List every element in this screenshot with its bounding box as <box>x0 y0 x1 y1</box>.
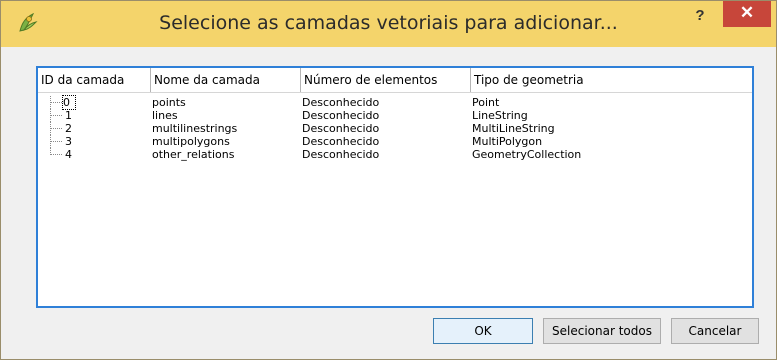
title-bar[interactable]: Selecione as camadas vetoriais para adic… <box>1 1 776 47</box>
dialog-title: Selecione as camadas vetoriais para adic… <box>159 12 618 34</box>
element-count-cell: Desconhecido <box>302 135 380 148</box>
geometry-type-cell: GeometryCollection <box>472 148 582 161</box>
tree-branch-line <box>50 154 62 156</box>
close-button[interactable]: ✕ <box>723 1 771 27</box>
tree-branch-line <box>50 128 62 130</box>
tree-header: ID da camada Nome da camada Número de el… <box>38 68 752 93</box>
geometry-type-cell: LineString <box>472 109 528 122</box>
select-all-button[interactable]: Selecionar todos <box>543 318 661 344</box>
element-count-cell: Desconhecido <box>302 96 380 109</box>
tree-branch-line <box>50 102 62 104</box>
table-row[interactable]: 2 multilinestrings Desconhecido MultiLin… <box>38 122 752 135</box>
cancel-button[interactable]: Cancelar <box>671 318 759 344</box>
table-row[interactable]: 1 lines Desconhecido LineString <box>38 109 752 122</box>
geometry-type-cell: MultiPolygon <box>472 135 543 148</box>
header-geometry-type[interactable]: Tipo de geometria <box>471 68 752 92</box>
geometry-type-cell: MultiLineString <box>472 122 555 135</box>
layer-name-cell: multipolygons <box>152 135 230 148</box>
tree-rows: 0 points Desconhecido Point 1 lines Desc… <box>38 95 752 161</box>
tree-branch-line <box>50 141 62 143</box>
table-row[interactable]: 0 points Desconhecido Point <box>38 95 752 110</box>
ok-button[interactable]: OK <box>433 318 533 344</box>
header-layer-id[interactable]: ID da camada <box>38 68 151 92</box>
element-count-cell: Desconhecido <box>302 109 380 122</box>
layer-name-cell: multilinestrings <box>152 122 238 135</box>
table-row[interactable]: 4 other_relations Desconhecido GeometryC… <box>38 148 752 161</box>
layer-id-cell: 1 <box>65 109 72 122</box>
layer-id-cell: 3 <box>65 135 72 148</box>
layer-name-cell: other_relations <box>152 148 235 161</box>
element-count-cell: Desconhecido <box>302 148 380 161</box>
layer-id-cell: 2 <box>65 122 72 135</box>
element-count-cell: Desconhecido <box>302 122 380 135</box>
layer-id-cell: 0 <box>62 95 76 110</box>
dialog-client-area: ID da camada Nome da camada Número de el… <box>9 47 768 353</box>
header-element-count[interactable]: Número de elementos <box>301 68 471 92</box>
layers-tree-view[interactable]: ID da camada Nome da camada Número de el… <box>36 66 754 308</box>
header-layer-name[interactable]: Nome da camada <box>151 68 301 92</box>
help-button[interactable]: ? <box>685 5 715 27</box>
layer-name-cell: points <box>152 96 186 109</box>
table-row[interactable]: 3 multipolygons Desconhecido MultiPolygo… <box>38 135 752 148</box>
layer-id-cell: 4 <box>65 148 72 161</box>
geometry-type-cell: Point <box>472 96 500 109</box>
tree-branch-line <box>50 115 62 117</box>
layer-name-cell: lines <box>152 109 178 122</box>
dialog-window: Selecione as camadas vetoriais para adic… <box>0 0 777 360</box>
